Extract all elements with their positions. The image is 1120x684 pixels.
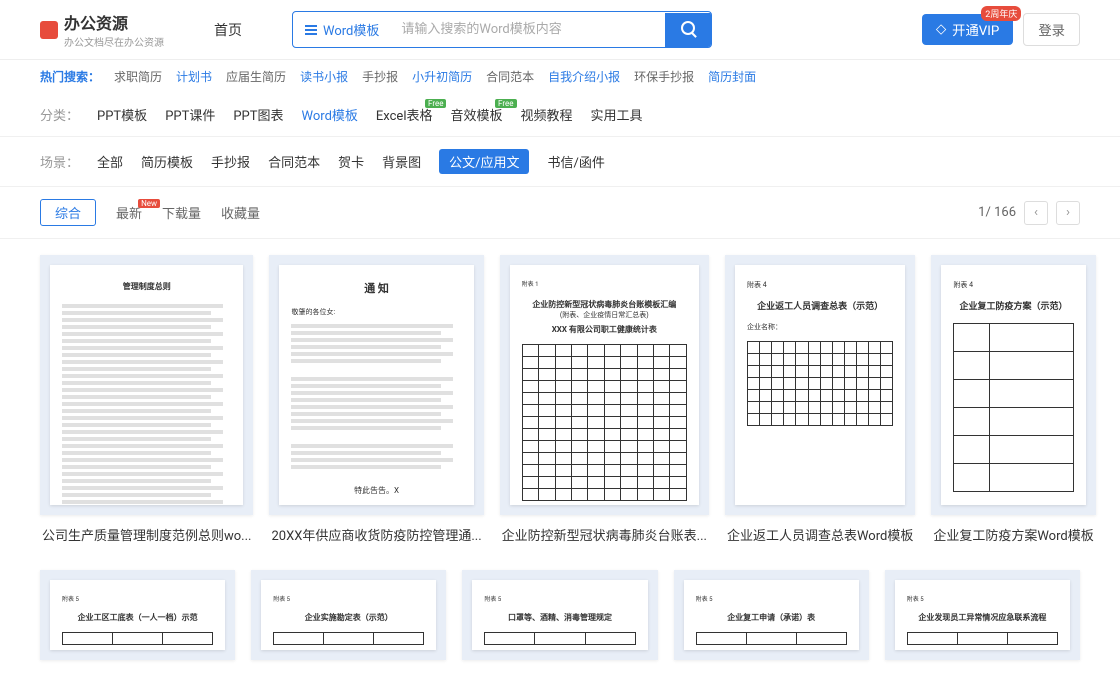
- template-thumbnail: 附表 5企业工区工底表（一人一档）示范: [40, 570, 235, 660]
- template-title: 企业防控新型冠状病毒肺炎台账表...: [500, 515, 709, 554]
- template-card[interactable]: 通 知敬肇的各位女:特此告告。XXX!20XX年供应商收货防疫防控管理通...: [269, 255, 483, 554]
- hot-search-item[interactable]: 小升初简历: [412, 68, 472, 85]
- template-thumbnail: 管理制度总则: [40, 255, 253, 515]
- search-bar: Word模板: [292, 11, 712, 48]
- template-card[interactable]: 附表 5企业实施勘定表（示范）: [251, 570, 446, 660]
- template-thumbnail: 附表 5企业发现员工异常情况应急联系流程: [885, 570, 1080, 660]
- template-card[interactable]: 附表 5企业复工申请（承诺）表: [674, 570, 869, 660]
- sort-item[interactable]: 综合: [40, 199, 96, 226]
- scene-item[interactable]: 简历模板: [141, 152, 193, 171]
- template-card[interactable]: 附表 5口罩等、酒精、消毒管理规定: [462, 570, 657, 660]
- template-card[interactable]: 管理制度总则公司生产质量管理制度范例总则wo...: [40, 255, 253, 554]
- template-grid-row2: 附表 5企业工区工底表（一人一档）示范附表 5企业实施勘定表（示范）附表 5口罩…: [0, 570, 1120, 660]
- template-grid: 管理制度总则公司生产质量管理制度范例总则wo...通 知敬肇的各位女:特此告告。…: [0, 239, 1120, 570]
- scene-item[interactable]: 合同范本: [268, 152, 320, 171]
- hot-search-item[interactable]: 合同范本: [486, 68, 534, 85]
- hot-search-item[interactable]: 手抄报: [362, 68, 398, 85]
- template-card[interactable]: 附表 4企业复工防疫方案（示范）企业复工防疫方案Word模板: [931, 255, 1095, 554]
- badge: Free: [495, 99, 516, 108]
- page-total: 166: [994, 205, 1016, 220]
- category-item[interactable]: 视频教程: [521, 105, 573, 124]
- hot-search-item[interactable]: 自我介绍小报: [548, 68, 620, 85]
- category-item[interactable]: Excel表格Free: [376, 105, 433, 124]
- logo-subtitle: 办公文档尽在办公资源: [64, 34, 164, 49]
- logo-text: 办公资源: [64, 10, 164, 34]
- template-title: 企业返工人员调查总表Word模板: [725, 515, 915, 554]
- scene-item[interactable]: 全部: [97, 152, 123, 171]
- hot-label: 热门搜索：: [40, 68, 100, 85]
- nav-home[interactable]: 首页: [214, 20, 242, 40]
- scene-item[interactable]: 背景图: [382, 152, 421, 171]
- hot-search: 热门搜索： 求职简历计划书应届生简历读书小报手抄报小升初简历合同范本自我介绍小报…: [0, 60, 1120, 93]
- scene-label: 场景：: [40, 152, 79, 171]
- hot-search-item[interactable]: 简历封面: [708, 68, 756, 85]
- search-button[interactable]: [665, 13, 711, 47]
- diamond-icon: ◇: [936, 22, 946, 37]
- hot-search-item[interactable]: 环保手抄报: [634, 68, 694, 85]
- menu-icon: [305, 25, 317, 35]
- template-thumbnail: 附表 1企业防控新型冠状病毒肺炎台账模板汇编(附表、企业疫情日常汇总表)XXX …: [500, 255, 709, 515]
- sort-item[interactable]: 下载量: [162, 203, 201, 222]
- login-button[interactable]: 登录: [1023, 13, 1080, 46]
- next-page-button[interactable]: ›: [1056, 201, 1080, 225]
- scene-item[interactable]: 贺卡: [338, 152, 364, 171]
- sort-item[interactable]: 最新New: [116, 203, 142, 222]
- search-icon: [681, 21, 695, 35]
- category-item[interactable]: 实用工具: [591, 105, 643, 124]
- category-item[interactable]: Word模板: [302, 105, 358, 124]
- hot-search-item[interactable]: 读书小报: [300, 68, 348, 85]
- sort-row: 综合 最新New 下载量 收藏量 1/ 166 ‹ ›: [0, 187, 1120, 239]
- template-title: 公司生产质量管理制度范例总则wo...: [40, 515, 253, 554]
- search-input[interactable]: [391, 14, 665, 45]
- vip-badge: 2周年庆: [981, 6, 1021, 21]
- hot-search-item[interactable]: 求职简历: [114, 68, 162, 85]
- pager: 1/ 166 ‹ ›: [978, 201, 1080, 225]
- template-card[interactable]: 附表 5企业工区工底表（一人一档）示范: [40, 570, 235, 660]
- category-item[interactable]: PPT模板: [97, 105, 147, 124]
- template-thumbnail: 附表 5口罩等、酒精、消毒管理规定: [462, 570, 657, 660]
- logo[interactable]: 办公资源 办公文档尽在办公资源: [40, 10, 164, 49]
- category-label: 分类：: [40, 105, 79, 124]
- badge: New: [138, 199, 160, 208]
- scene-filter: 场景： 全部简历模板手抄报合同范本贺卡背景图公文/应用文书信/函件: [0, 137, 1120, 187]
- template-thumbnail: 附表 4企业复工防疫方案（示范）: [931, 255, 1095, 515]
- scene-item[interactable]: 手抄报: [211, 152, 250, 171]
- badge: Free: [425, 99, 446, 108]
- hot-search-item[interactable]: 应届生简历: [226, 68, 286, 85]
- template-card[interactable]: 附表 5企业发现员工异常情况应急联系流程: [885, 570, 1080, 660]
- category-item[interactable]: 音效模板Free: [450, 105, 502, 124]
- page-current: 1: [978, 205, 985, 220]
- hot-search-item[interactable]: 计划书: [176, 68, 212, 85]
- template-thumbnail: 附表 5企业复工申请（承诺）表: [674, 570, 869, 660]
- template-title: 20XX年供应商收货防疫防控管理通...: [269, 515, 483, 554]
- scene-item[interactable]: 公文/应用文: [439, 149, 529, 174]
- category-item[interactable]: PPT图表: [233, 105, 283, 124]
- scene-item[interactable]: 书信/函件: [547, 152, 604, 171]
- vip-label: 开通VIP: [952, 20, 999, 39]
- prev-page-button[interactable]: ‹: [1024, 201, 1048, 225]
- template-card[interactable]: 附表 4企业返工人员调查总表（示范）企业名称：企业返工人员调查总表Word模板: [725, 255, 915, 554]
- template-thumbnail: 附表 5企业实施勘定表（示范）: [251, 570, 446, 660]
- template-title: 企业复工防疫方案Word模板: [931, 515, 1095, 554]
- category-item[interactable]: PPT课件: [165, 105, 215, 124]
- template-thumbnail: 附表 4企业返工人员调查总表（示范）企业名称：: [725, 255, 915, 515]
- search-category-label: Word模板: [323, 20, 379, 39]
- sort-item[interactable]: 收藏量: [221, 203, 260, 222]
- template-thumbnail: 通 知敬肇的各位女:特此告告。XXX!: [269, 255, 483, 515]
- category-filter: 分类： PPT模板 PPT课件 PPT图表 Word模板 Excel表格Free 音效模板…: [0, 93, 1120, 137]
- vip-button[interactable]: ◇ 开通VIP 2周年庆: [922, 14, 1013, 45]
- logo-icon: [40, 21, 58, 39]
- template-card[interactable]: 附表 1企业防控新型冠状病毒肺炎台账模板汇编(附表、企业疫情日常汇总表)XXX …: [500, 255, 709, 554]
- search-category[interactable]: Word模板: [293, 12, 391, 47]
